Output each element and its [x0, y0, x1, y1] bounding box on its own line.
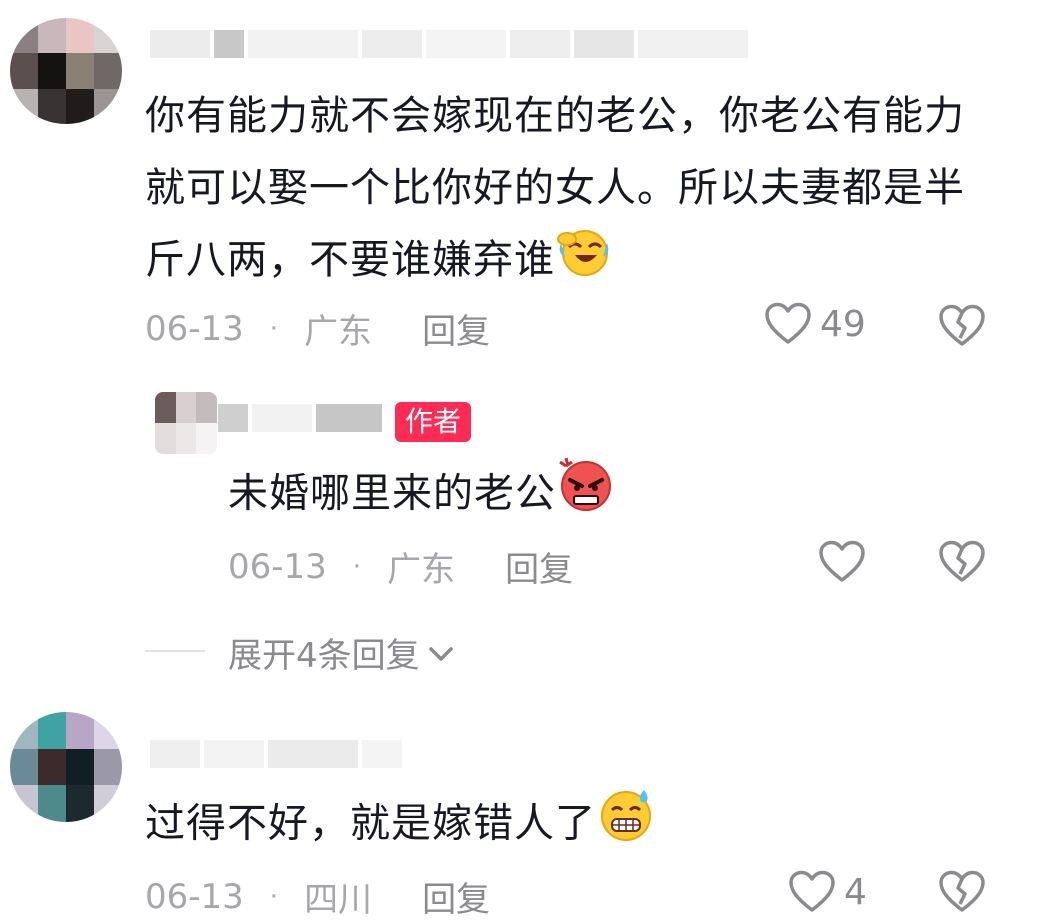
reply-text: 未婚哪里来的老公 — [228, 456, 616, 535]
comment-text: 你有能力就不会嫁现在的老公，你老公有能力就可以娶一个比你好的女人。所以夫妻都是半… — [145, 80, 975, 300]
comment-date: 06-13 — [145, 876, 244, 917]
commenter-name-blurred[interactable] — [150, 740, 402, 768]
like-button[interactable] — [818, 540, 866, 588]
dislike-button[interactable] — [938, 304, 986, 352]
grinning-sweat-emoji — [596, 786, 656, 865]
dislike-button[interactable] — [938, 540, 986, 588]
heart-outline-icon — [819, 540, 865, 582]
comment-date: 06-13 — [145, 308, 244, 349]
author-badge: 作者 — [395, 402, 472, 442]
meta-separator: · — [269, 881, 279, 912]
broken-heart-icon — [939, 540, 985, 582]
chevron-down-icon — [428, 646, 453, 661]
like-count: 4 — [844, 871, 867, 913]
reply-meta: 06-13 · 广东 回复 — [228, 542, 573, 591]
heart-outline-icon — [789, 870, 835, 912]
commenter-avatar[interactable] — [10, 18, 122, 124]
comment-meta: 06-13 · 四川 回复 — [145, 872, 490, 921]
expand-replies-label: 展开4条回复 — [228, 636, 420, 676]
reply-body: 未婚哪里来的老公 — [228, 470, 556, 517]
author-name-blurred[interactable] — [218, 404, 382, 432]
like-button[interactable]: 4 — [788, 870, 867, 914]
commenter-name-blurred[interactable] — [150, 30, 748, 58]
dislike-button[interactable] — [938, 870, 986, 918]
angry-face-emoji — [556, 456, 616, 535]
broken-heart-icon — [939, 870, 985, 912]
comment-location: 四川 — [304, 880, 373, 920]
rolling-laughing-emoji — [555, 225, 611, 300]
like-button[interactable]: 49 — [764, 302, 866, 346]
comment-body: 过得不好，就是嫁错人了 — [145, 800, 596, 847]
reply-button[interactable]: 回复 — [505, 542, 573, 591]
meta-separator: · — [352, 551, 362, 582]
comment-location: 广东 — [304, 312, 373, 352]
expand-replies-button[interactable]: 展开4条回复 — [228, 628, 456, 677]
author-avatar[interactable] — [155, 392, 217, 454]
comment-text: 过得不好，就是嫁错人了 — [145, 786, 656, 865]
reply-location: 广东 — [387, 550, 456, 590]
meta-separator: · — [269, 313, 279, 344]
comment-meta: 06-13 · 广东 回复 — [145, 304, 490, 353]
reply-button[interactable]: 回复 — [422, 304, 490, 353]
heart-outline-icon — [765, 302, 811, 344]
like-count: 49 — [820, 303, 866, 345]
broken-heart-icon — [939, 304, 985, 346]
reply-button[interactable]: 回复 — [422, 872, 490, 921]
reply-date: 06-13 — [228, 546, 327, 587]
expand-divider — [145, 650, 205, 652]
commenter-avatar[interactable] — [10, 712, 122, 822]
